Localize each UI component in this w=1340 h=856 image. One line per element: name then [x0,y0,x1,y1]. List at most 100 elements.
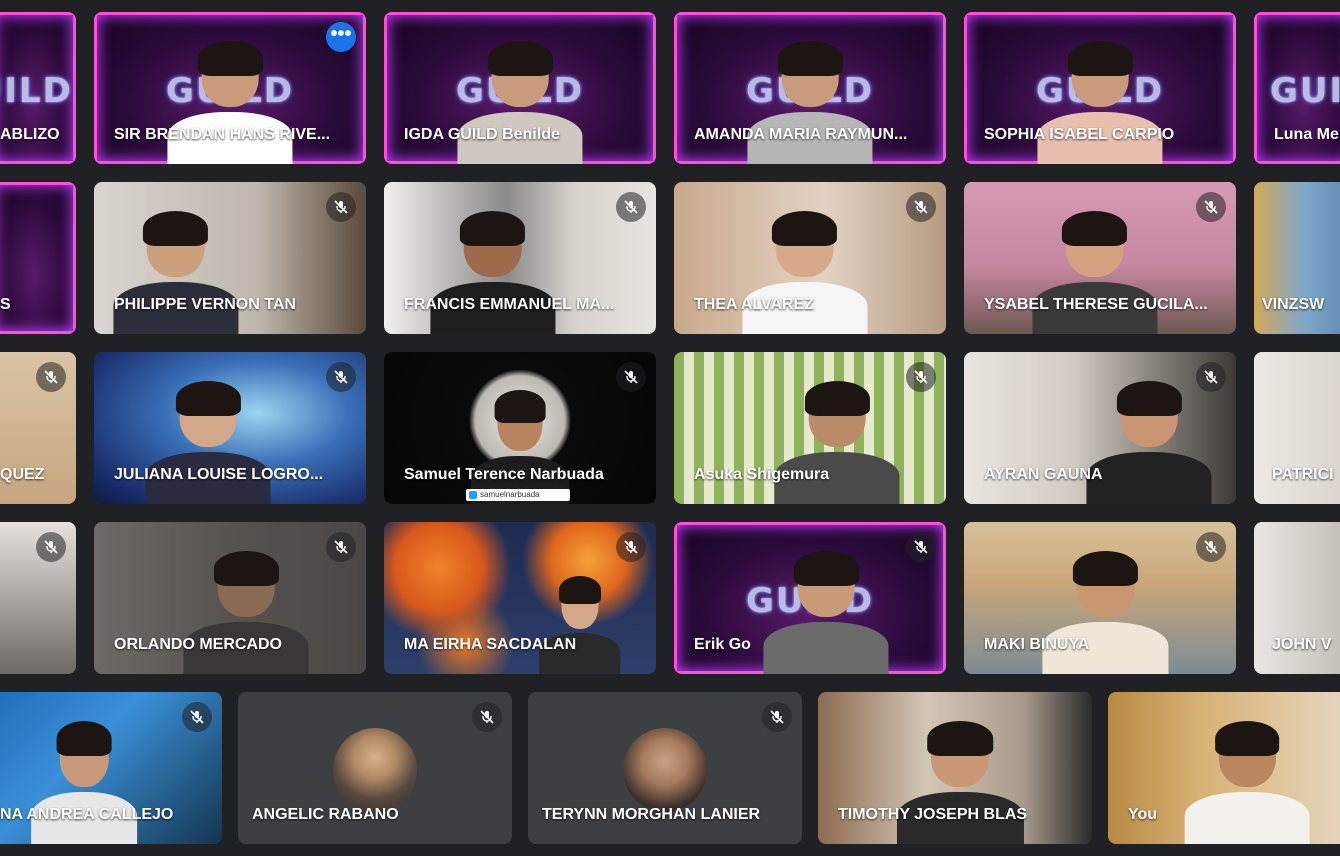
participant-video [1042,550,1168,674]
participant-name: S [0,296,11,313]
participant-tile[interactable]: Asuka Shigemura [674,352,946,504]
participant-video [31,720,137,844]
participant-tile[interactable]: PHILIPPE VERNON TAN [94,182,366,334]
participant-name: PATRICI [1272,466,1334,483]
participant-name: SOPHIA ISABEL CARPIO [984,126,1175,143]
participant-name: AMANDA MARIA RAYMUN... [694,126,908,143]
participant-name: You [1128,806,1158,823]
participant-name: ABLIZO [0,126,60,143]
participant-name: TIMOTHY JOSEPH BLAS [838,806,1028,823]
mic-off-icon [326,362,356,392]
participant-video [1184,720,1310,844]
mic-off-icon [616,362,646,392]
mic-off-icon [906,362,936,392]
participant-tile[interactable]: GUILD SOPHIA ISABEL CARPIO [964,12,1236,164]
mic-off-icon [36,532,66,562]
participant-name: JOHN V [1272,636,1332,653]
participant-video [539,576,621,674]
participant-tile[interactable]: YSABEL THERESE GUCILA... [964,182,1236,334]
participant-name: Samuel Terence Narbuada [404,466,604,483]
participant-tile[interactable]: GUILD Erik Go [674,522,946,674]
participant-tile[interactable]: GUILD ••• SIR BRENDAN HANS RIVE... [94,12,366,164]
mic-off-icon [36,362,66,392]
participant-tile[interactable]: GUILD Luna Me [1254,12,1340,164]
participant-name: THEA ALVAREZ [694,296,814,313]
participant-tile[interactable]: THEA ALVAREZ [674,182,946,334]
mic-off-icon [906,192,936,222]
participant-video [145,380,271,504]
participant-tile[interactable]: QUEZ [0,352,76,504]
mic-off-icon [326,532,356,562]
participant-tile[interactable]: TERYNN MORGHAN LANIER [528,692,802,844]
participant-tile[interactable]: JOHN V [1254,522,1340,674]
participant-video [167,40,293,164]
participant-name: TERYNN MORGHAN LANIER [542,806,761,823]
guild-logo: GUILD [0,71,73,112]
participant-name: ANGELIC RABANO [252,806,399,823]
avatar [623,728,707,812]
participant-video [763,550,889,674]
participant-video [1031,210,1158,334]
participant-name: MA EIRHA SACDALAN [404,636,577,653]
participant-video [113,210,239,334]
participant-tile[interactable]: FRANCIS EMMANUEL MA... [384,182,656,334]
participant-tile[interactable]: You [1108,692,1340,844]
participant-tile[interactable]: MAKI BINUYA [964,522,1236,674]
guild-background [0,182,76,334]
participant-name: VINZSW [1262,296,1325,313]
participant-tile[interactable]: NA ANDREA CALLEJO [0,692,222,844]
participant-video [741,210,868,334]
participant-name: ORLANDO MERCADO [114,636,282,653]
guild-logo: GUILD [1269,71,1340,112]
participant-name: MAKI BINUYA [984,636,1090,653]
mic-off-icon [326,192,356,222]
participant-tile[interactable]: ORLANDO MERCADO [94,522,366,674]
participant-tile[interactable]: AYRAN GAUNA [964,352,1236,504]
participant-name: QUEZ [0,466,45,483]
participant-name: Erik Go [694,636,751,653]
mic-off-icon [906,532,936,562]
mic-off-icon [472,702,502,732]
participant-tile[interactable]: TIMOTHY JOSEPH BLAS [818,692,1092,844]
participant-video [430,210,556,334]
participant-tile[interactable] [0,522,76,674]
participant-tile[interactable]: S [0,182,76,334]
participant-name: FRANCIS EMMANUEL MA... [404,296,615,313]
participant-tile[interactable]: VINZSW [1254,182,1340,334]
mic-off-icon [762,702,792,732]
mic-off-icon [1196,362,1226,392]
participant-name: Luna Me [1274,126,1339,143]
participant-tile[interactable]: GUILD AMANDA MARIA RAYMUN... [674,12,946,164]
participant-tile[interactable]: GUILD IGDA GUILD Benilde [384,12,656,164]
participant-video [183,550,309,674]
participant-tile[interactable]: JULIANA LOUISE LOGRO... [94,352,366,504]
participant-name: YSABEL THERESE GUCILA... [984,296,1208,313]
participant-video [1037,40,1163,164]
participant-video [1086,380,1212,504]
participant-video [774,380,900,504]
participant-name: AYRAN GAUNA [984,466,1103,483]
participant-name: SIR BRENDAN HANS RIVE... [114,126,331,143]
mic-off-icon [1196,532,1226,562]
participant-tile[interactable]: MA EIRHA SACDALAN [384,522,656,674]
more-options-icon[interactable]: ••• [326,22,356,52]
participant-video [471,390,569,504]
participant-name: IGDA GUILD Benilde [404,126,560,143]
participant-name: PHILIPPE VERNON TAN [114,296,296,313]
participant-name: JULIANA LOUISE LOGRO... [114,466,324,483]
mic-off-icon [616,192,646,222]
participant-tile[interactable]: ANGELIC RABANO [238,692,512,844]
participant-name: NA ANDREA CALLEJO [0,806,174,823]
mic-off-icon [1196,192,1226,222]
mic-off-icon [616,532,646,562]
twitter-handle-badge: samuelnarbuada [466,489,570,501]
participant-video [457,40,583,164]
participant-name: Asuka Shigemura [694,466,830,483]
participant-video [747,40,873,164]
participant-video [897,720,1024,844]
participant-tile[interactable]: GUILD ABLIZO [0,12,76,164]
participant-tile[interactable]: Samuel Terence Narbuada samuelnarbuada [384,352,656,504]
avatar [333,728,417,812]
participant-tile[interactable]: PATRICI [1254,352,1340,504]
mic-off-icon [182,702,212,732]
